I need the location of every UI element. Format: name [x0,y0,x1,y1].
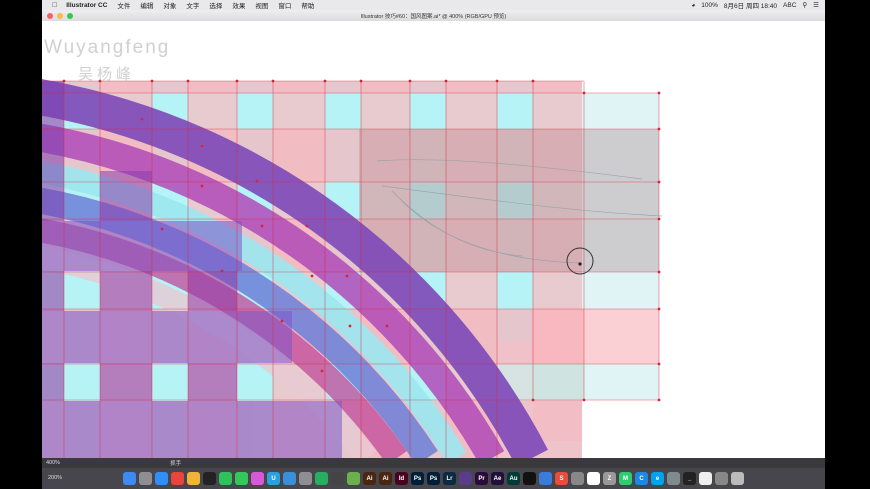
menu-help[interactable]: 帮助 [296,0,319,10]
apple-icon[interactable]:  [42,2,61,9]
photoshop-1-icon[interactable]: Ps [411,472,424,485]
app-l-icon[interactable] [331,472,344,485]
app-e-icon[interactable]: e [651,472,664,485]
app-white-icon[interactable] [699,472,712,485]
document-title: Illustrator 技巧#60：国风图案.ai* @ 400% (RGB/G… [360,13,507,20]
watermark-name-cn: 吴杨峰 [78,65,136,83]
clock[interactable]: 8月6日 周四 18:40 [724,0,777,10]
illustrator-2-icon[interactable]: Ai [379,472,392,485]
photoshop-2-icon[interactable]: Ps [427,472,440,485]
dock: 200% U Ai Ai Id Ps Ps Lr Pr Ae Au S Z M Ce _ [42,468,825,489]
indesign-icon[interactable]: Id [395,472,408,485]
illustrator-1-icon[interactable]: Ai [363,472,376,485]
wechat-icon[interactable] [219,472,232,485]
input-method[interactable]: ABC [783,2,796,9]
app-dark-icon[interactable] [523,472,536,485]
app-u-icon[interactable]: U [267,472,280,485]
after-effects-icon[interactable]: Ae [491,472,504,485]
finder-icon[interactable] [123,472,136,485]
app-m-icon[interactable] [347,472,360,485]
app-m2-icon[interactable]: M [619,472,632,485]
launchpad-icon[interactable] [139,472,152,485]
wifi-icon[interactable]: ◕ [691,2,695,9]
audition-icon[interactable]: Au [507,472,520,485]
battery-indicator[interactable]: 100% [701,2,718,9]
search-icon[interactable]: ⚲ [802,1,807,9]
menu-file[interactable]: 文件 [112,0,135,10]
menu-app-name[interactable]: Illustrator CC [61,2,112,9]
menu-effect[interactable]: 效果 [227,0,250,10]
current-tool: 抓手 [170,461,182,467]
dock-zoom-label: 200% [48,475,63,481]
app-g-icon[interactable] [315,472,328,485]
app-bird-icon[interactable] [571,472,584,485]
itunes-icon[interactable] [251,472,264,485]
safari-icon[interactable] [155,472,168,485]
menu-select[interactable]: 选择 [204,0,227,10]
watermark-name-en: Wuyangfeng [44,37,171,58]
app-s2-icon[interactable]: S [555,472,568,485]
zoom-level[interactable]: 400% [46,460,60,466]
plaid-grid [42,79,663,458]
trash-icon[interactable] [731,472,744,485]
app-clap-icon[interactable] [459,472,472,485]
app-c2-icon[interactable]: C [635,472,648,485]
menu-type[interactable]: 文字 [181,0,204,10]
menu-edit[interactable]: 编辑 [135,0,158,10]
screen:  Illustrator CC 文件 编辑 对象 文字 选择 效果 视图 窗口… [42,0,825,489]
lightroom-icon[interactable]: Lr [443,472,456,485]
premiere-icon[interactable]: Pr [475,472,488,485]
app-monitor-icon[interactable] [715,472,728,485]
app-s-icon[interactable] [299,472,312,485]
photos-icon[interactable] [187,472,200,485]
menu-list-icon[interactable]: ☰ [813,1,819,9]
app-c-icon[interactable] [283,472,296,485]
app-z-icon[interactable]: Z [603,472,616,485]
artboard-canvas[interactable]: Wuyangfeng 吴杨峰 [42,21,825,458]
messages-icon[interactable] [235,472,248,485]
menu-view[interactable]: 视图 [250,0,273,10]
video-logo: bilibili [758,20,810,40]
app-x-icon[interactable] [587,472,600,485]
qq-icon[interactable] [203,472,216,485]
chrome-icon[interactable] [171,472,184,485]
status-bar: 400% 抓手 [42,458,825,468]
menu-object[interactable]: 对象 [158,0,181,10]
menu-window[interactable]: 窗口 [273,0,296,10]
pattern-artwork[interactable] [42,21,825,458]
app-ball-icon[interactable] [667,472,680,485]
app-gear-icon[interactable] [539,472,552,485]
terminal-icon[interactable]: _ [683,472,696,485]
